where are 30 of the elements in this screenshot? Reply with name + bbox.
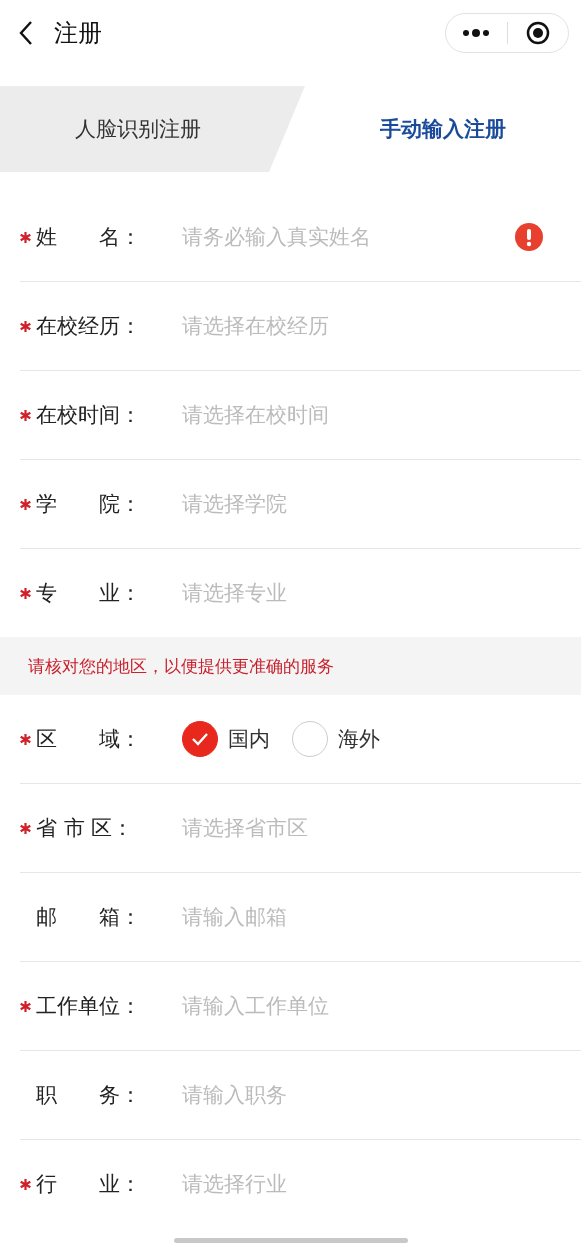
input-field[interactable]: 请选择省市区 <box>182 816 543 840</box>
input-field[interactable]: 请选择在校时间 <box>182 403 543 427</box>
close-icon[interactable] <box>525 20 550 45</box>
more-icon[interactable] <box>462 28 491 37</box>
radio-option[interactable]: 海外 <box>292 721 380 757</box>
field-label: 学 院： <box>36 491 142 518</box>
input-field[interactable]: 请选择在校经历 <box>182 314 543 338</box>
field-label: 邮 箱： <box>36 904 142 931</box>
input-field[interactable]: 请输入工作单位 <box>182 994 543 1018</box>
input-field[interactable]: 请务必输入真实姓名 <box>182 225 515 249</box>
field-label: 工作单位： <box>36 993 142 1020</box>
field-label: 专 业： <box>36 580 142 607</box>
back-button[interactable] <box>18 19 34 46</box>
input-field[interactable]: 请选择专业 <box>182 581 543 605</box>
input-field[interactable]: 请选择行业 <box>182 1172 543 1196</box>
input-field[interactable]: 请选择学院 <box>182 492 543 516</box>
field-label: 在校时间： <box>36 402 142 429</box>
field-label: 姓 名： <box>36 224 142 251</box>
radio-option[interactable]: 国内 <box>182 721 270 757</box>
field-label: 在校经历： <box>36 313 142 340</box>
field-label: 区 域： <box>36 726 142 753</box>
field-label: 行 业： <box>36 1171 142 1198</box>
field-label: 职 务： <box>36 1082 142 1109</box>
notice-text: 请核对您的地区，以便提供更准确的服务 <box>28 654 334 678</box>
input-field[interactable]: 请输入职务 <box>182 1083 543 1107</box>
tab[interactable]: 人脸识别注册 <box>0 86 305 172</box>
field-label: 省 市 区： <box>36 815 135 842</box>
check-icon <box>191 732 209 746</box>
page-title: 注册 <box>54 17 103 49</box>
input-field[interactable]: 请输入邮箱 <box>182 905 543 929</box>
